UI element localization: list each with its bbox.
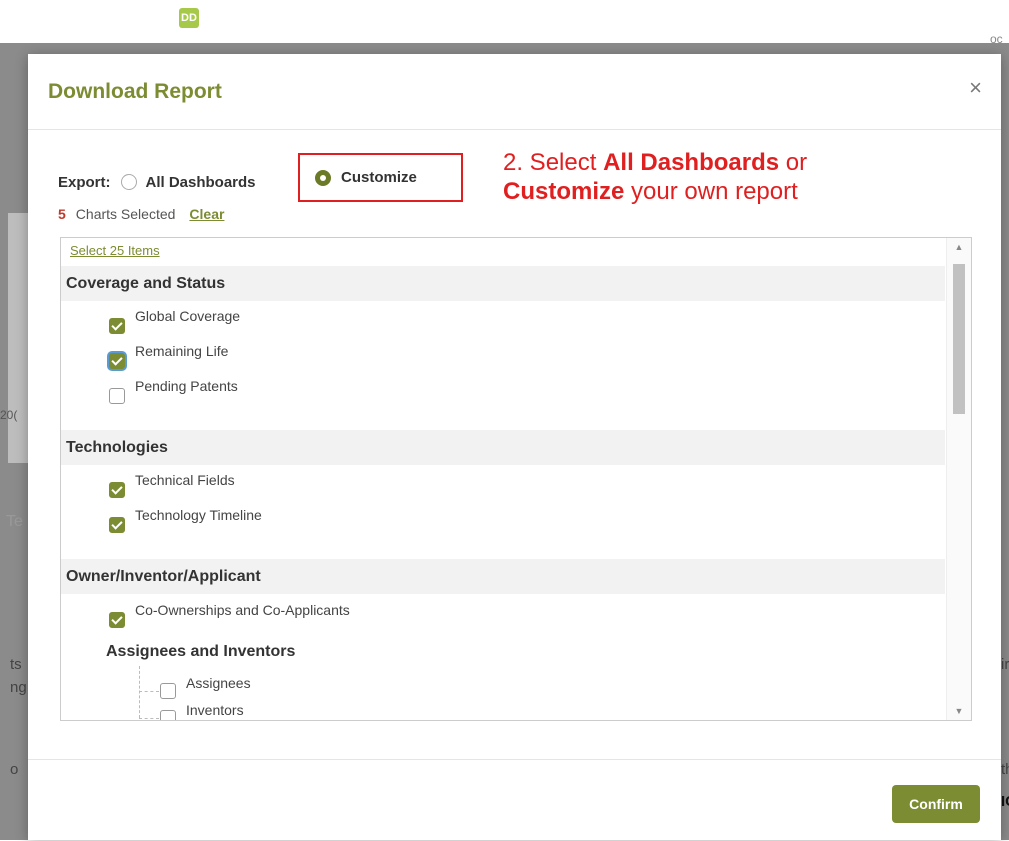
item-label: Co-Ownerships and Co-Applicants: [135, 602, 350, 618]
bg-text-fragment: IC: [1001, 793, 1009, 810]
item-label: Assignees: [186, 675, 251, 691]
app-logo: DD: [179, 8, 199, 28]
annotation-bold: All Dashboards: [603, 149, 780, 176]
radio-customize[interactable]: [315, 169, 331, 186]
bg-text-fragment: ir: [1001, 656, 1009, 673]
checkbox[interactable]: [109, 517, 125, 533]
tutorial-annotation: 2. Select All Dashboards or Customize yo…: [503, 148, 807, 206]
section-header: Coverage and Status: [61, 266, 945, 301]
checkbox[interactable]: [160, 683, 176, 699]
annotation-bold: Customize: [503, 178, 625, 205]
list-item[interactable]: Inventors: [160, 702, 244, 720]
modal-title: Download Report: [48, 80, 222, 103]
bg-text-fragment: ts: [10, 656, 22, 673]
tree-connector: [139, 666, 140, 718]
list-item[interactable]: Assignees: [160, 675, 251, 699]
item-label: Inventors: [186, 702, 244, 718]
subgroup-header: Assignees and Inventors: [106, 643, 296, 660]
charts-selected-status: 5 Charts Selected Clear: [58, 206, 224, 222]
top-bar: DD oc: [0, 0, 1009, 46]
item-label: Pending Patents: [135, 378, 238, 394]
radio-all-dashboards[interactable]: [120, 174, 137, 190]
list-item[interactable]: Remaining Life: [109, 343, 228, 369]
checkbox[interactable]: [109, 388, 125, 404]
charts-selected-count: 5: [58, 206, 66, 222]
tree-connector: [139, 718, 159, 719]
modal-header: Download Report ×: [28, 54, 1001, 130]
annotation-text: 2. Select: [503, 149, 604, 176]
annotation-text: or: [779, 149, 808, 176]
list-item[interactable]: Technology Timeline: [109, 507, 262, 533]
export-label: Export:: [58, 173, 111, 191]
scroll-thumb[interactable]: [953, 264, 965, 414]
bg-text-fragment: o: [10, 761, 19, 778]
list-item[interactable]: Technical Fields: [109, 472, 235, 498]
checkbox[interactable]: [109, 318, 125, 334]
export-options: Export: All Dashboards: [58, 171, 256, 193]
bg-text-fragment: 20(: [0, 408, 18, 422]
section-header: Technologies: [61, 430, 945, 465]
checkbox[interactable]: [109, 612, 125, 628]
list-item[interactable]: Co-Ownerships and Co-Applicants: [109, 602, 350, 628]
section-header: Owner/Inventor/Applicant: [61, 559, 945, 594]
bg-text-fragment: Te: [6, 513, 23, 530]
checkbox[interactable]: [160, 710, 176, 720]
option-label: All Dashboards: [145, 173, 256, 191]
scroll-down-arrow-icon[interactable]: ▼: [947, 702, 971, 720]
item-label: Remaining Life: [135, 343, 229, 359]
item-label: Technical Fields: [135, 472, 235, 488]
select-all-link[interactable]: Select 25 Items: [70, 243, 160, 258]
checkbox[interactable]: [109, 353, 125, 369]
charts-selected-text: Charts Selected: [75, 206, 176, 222]
bg-text-fragment: th: [1001, 761, 1009, 778]
chart-selection-list[interactable]: Select 25 Items Coverage and Status Glob…: [60, 237, 972, 721]
annotation-text: your own report: [624, 178, 798, 205]
list-item[interactable]: Global Coverage: [109, 308, 240, 334]
checkbox[interactable]: [109, 482, 125, 498]
item-label: Technology Timeline: [135, 507, 262, 523]
bg-text-fragment: ng: [10, 679, 27, 696]
scroll-up-arrow-icon[interactable]: ▲: [947, 238, 971, 256]
item-label: Global Coverage: [135, 308, 241, 324]
tree-connector: [139, 691, 159, 692]
list-item[interactable]: Pending Patents: [109, 378, 238, 404]
export-option-all-dashboards[interactable]: All Dashboards: [120, 173, 256, 191]
close-icon[interactable]: ×: [969, 76, 982, 100]
modal-footer: Confirm: [28, 759, 1001, 841]
export-option-customize[interactable]: Customize: [298, 153, 463, 202]
bg-panel: [8, 213, 28, 463]
option-label: Customize: [341, 169, 417, 186]
clear-link[interactable]: Clear: [189, 206, 224, 222]
download-report-modal: Download Report × Export: All Dashboards…: [28, 54, 1001, 840]
confirm-button[interactable]: Confirm: [892, 785, 980, 823]
list-scrollbar[interactable]: ▲ ▼: [946, 238, 971, 720]
